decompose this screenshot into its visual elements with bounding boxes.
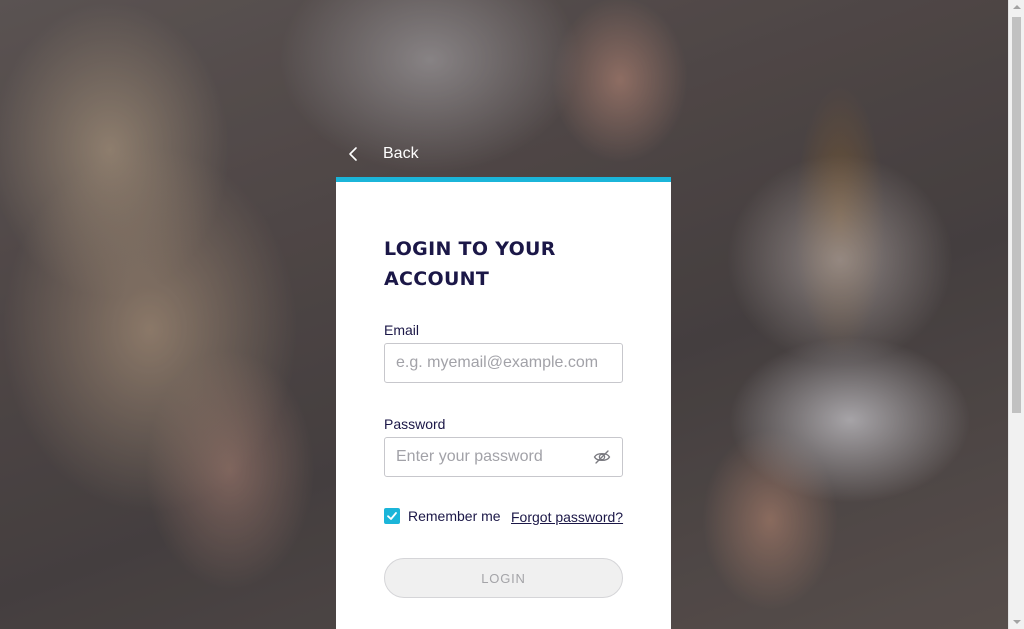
login-button[interactable]: LOGIN [384, 558, 623, 598]
login-card: LOGIN TO YOUR ACCOUNT Email Password Rem… [336, 177, 671, 629]
email-label: Email [384, 322, 420, 338]
login-page: Back LOGIN TO YOUR ACCOUNT Email Passwor… [0, 0, 1024, 629]
remember-me: Remember me [384, 508, 501, 524]
scroll-up-arrow-icon[interactable] [1013, 5, 1021, 9]
scroll-down-arrow-icon[interactable] [1013, 620, 1021, 624]
password-field[interactable] [384, 437, 623, 477]
scrollbar-thumb[interactable] [1012, 17, 1021, 413]
back-link[interactable]: Back [346, 142, 419, 166]
email-field[interactable] [384, 343, 623, 383]
forgot-password-link[interactable]: Forgot password? [511, 508, 623, 526]
remember-me-label: Remember me [408, 508, 501, 524]
remember-me-checkbox[interactable] [384, 508, 400, 524]
page-title: LOGIN TO YOUR ACCOUNT [384, 238, 556, 290]
password-label: Password [384, 416, 446, 432]
eye-slash-icon[interactable] [593, 448, 611, 466]
back-label: Back [383, 145, 419, 162]
chevron-left-icon [346, 142, 362, 166]
vertical-scrollbar[interactable] [1008, 0, 1024, 629]
